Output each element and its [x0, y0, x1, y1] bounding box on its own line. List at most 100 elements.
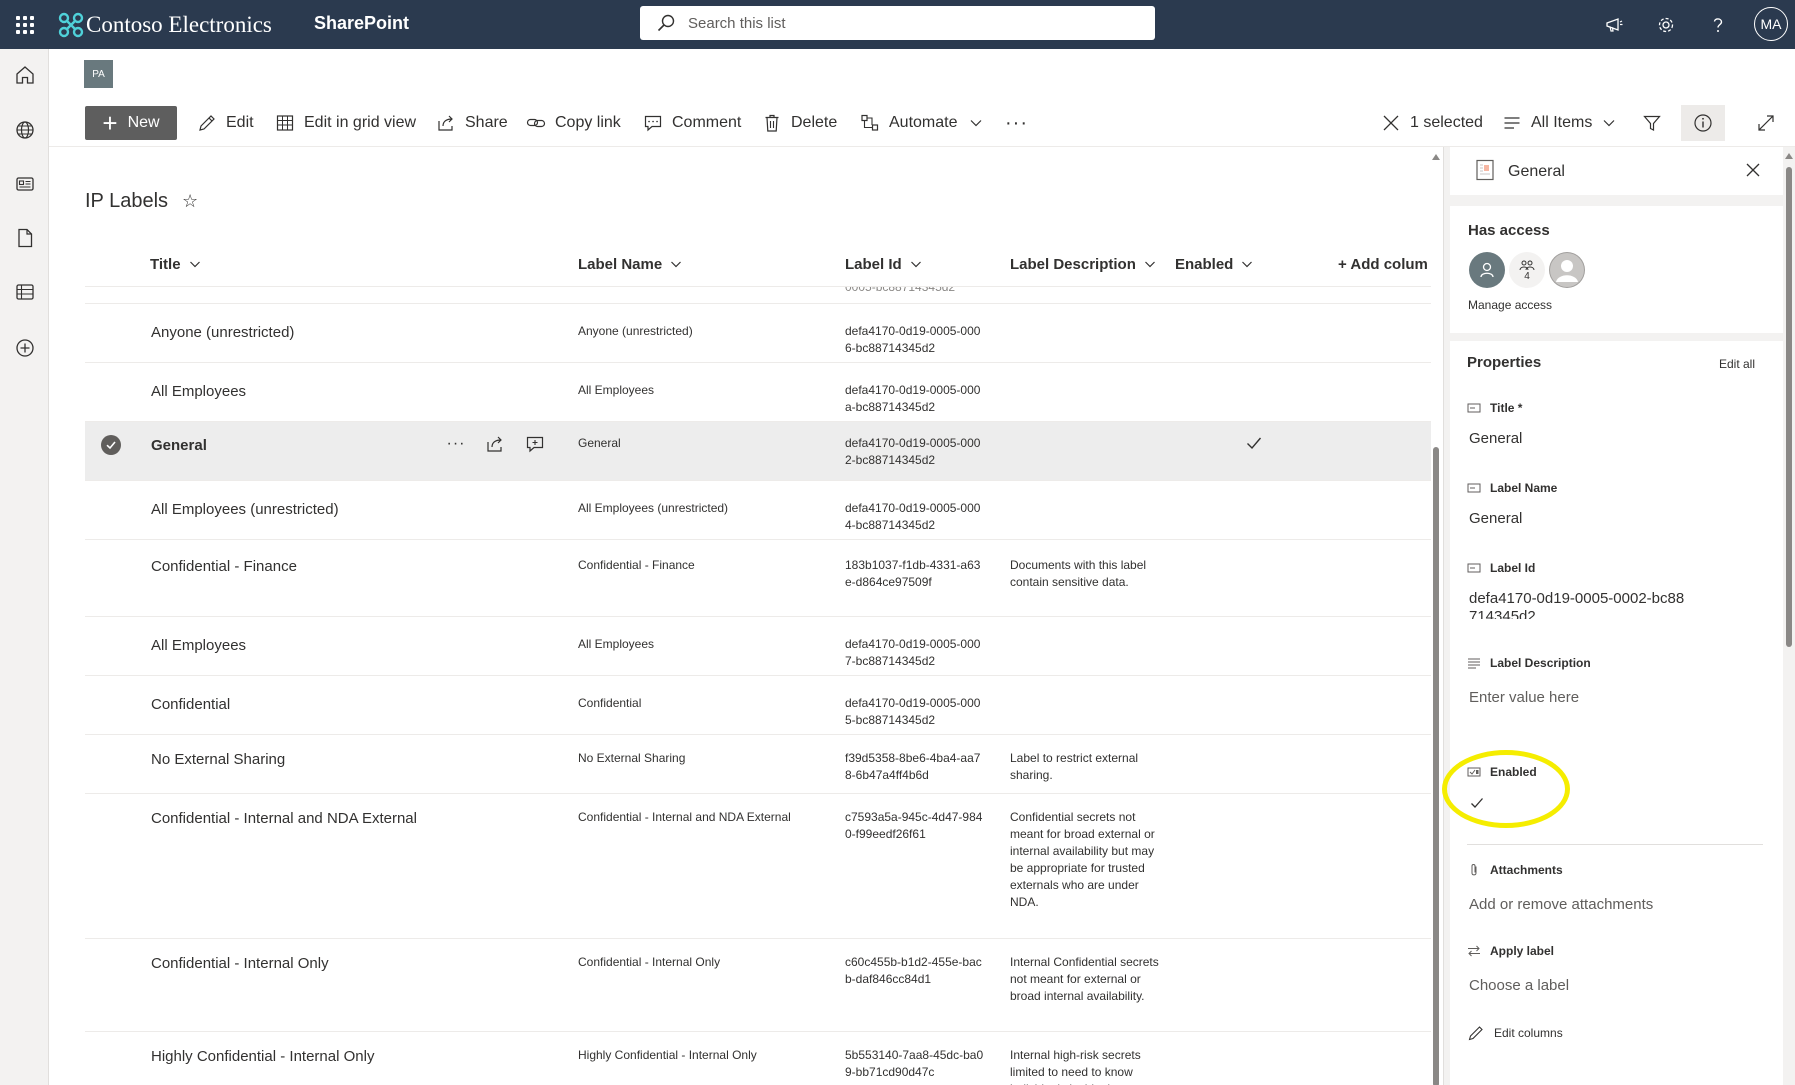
document-icon[interactable]	[0, 218, 49, 258]
edit-all-link[interactable]: Edit all	[1719, 357, 1755, 371]
row-comment-icon[interactable]	[524, 433, 546, 455]
paperclip-icon	[1471, 864, 1477, 876]
column-header-label-name[interactable]: Label Name	[578, 249, 682, 279]
list-icon[interactable]	[0, 272, 49, 312]
news-icon[interactable]	[0, 164, 49, 204]
automate-button[interactable]: Automate	[860, 100, 983, 146]
site-logo[interactable]: PA	[84, 60, 113, 88]
link-icon	[526, 118, 546, 128]
view-switcher[interactable]: All Items	[1502, 100, 1616, 146]
filter-icon[interactable]	[1642, 100, 1671, 146]
home-icon[interactable]	[0, 55, 49, 95]
person-avatar-icon[interactable]	[1469, 252, 1505, 288]
table-row[interactable]: Anyone (unrestricted) Anyone (unrestrict…	[85, 304, 1431, 363]
table-row[interactable]: Confidential - Internal Only Confidentia…	[85, 939, 1431, 1032]
table-row[interactable]: Confidential - Internal and NDA External…	[85, 794, 1431, 939]
more-actions-button[interactable]: ···	[1005, 100, 1028, 146]
label-description-field-input[interactable]: Enter value here	[1469, 689, 1729, 707]
apply-label-field-value[interactable]: Choose a label	[1469, 977, 1729, 995]
column-header-title[interactable]: Title	[150, 249, 201, 279]
table-row[interactable]: Highly Confidential - Internal Only High…	[85, 1032, 1431, 1085]
trash-icon	[765, 114, 779, 132]
column-header-enabled[interactable]: Enabled	[1175, 249, 1253, 279]
comment-button[interactable]: Comment	[643, 100, 741, 146]
favorite-star-icon[interactable]: ☆	[182, 191, 198, 212]
title-cell[interactable]: General	[151, 436, 207, 456]
title-cell[interactable]: Confidential	[151, 695, 230, 715]
table-row[interactable]: No External Sharing No External Sharing …	[85, 735, 1431, 794]
title-cell[interactable]: Anyone (unrestricted)	[151, 323, 294, 343]
megaphone-icon[interactable]	[1591, 0, 1637, 49]
edit-grid-view-button[interactable]: Edit in grid view	[275, 100, 416, 146]
new-button-label: New	[127, 114, 160, 131]
table-row[interactable]: All Employees All Employees defa4170-0d1…	[85, 363, 1431, 422]
title-cell[interactable]: No External Sharing	[151, 750, 285, 770]
table-row[interactable]: Confidential - Finance Confidential - Fi…	[85, 540, 1431, 617]
title-field-value[interactable]: General	[1469, 430, 1729, 448]
title-cell[interactable]: Confidential - Internal and NDA External	[151, 809, 417, 829]
edit-button[interactable]: Edit	[197, 100, 254, 146]
add-column-button[interactable]: + Add colum	[1338, 249, 1431, 279]
label-name-field-value[interactable]: General	[1469, 510, 1729, 528]
list-scrollbar[interactable]	[1432, 150, 1440, 1085]
gear-icon[interactable]	[1643, 0, 1689, 49]
add-circle-icon[interactable]	[0, 328, 49, 368]
delete-button[interactable]: Delete	[762, 100, 837, 146]
waffle-icon[interactable]	[0, 0, 49, 49]
text-field-icon	[1467, 563, 1481, 573]
info-pane-button[interactable]	[1681, 105, 1725, 141]
new-button[interactable]: + New	[85, 106, 177, 140]
user-avatar-icon[interactable]	[1549, 252, 1585, 288]
title-cell[interactable]: All Employees	[151, 636, 246, 656]
pane-scroll-up-icon[interactable]	[1785, 153, 1793, 159]
scrollbar-thumb[interactable]	[1433, 447, 1439, 1085]
close-icon[interactable]	[1744, 161, 1762, 179]
label-name-cell: Confidential - Finance	[578, 558, 695, 572]
title-cell[interactable]: Confidential - Internal Only	[151, 954, 329, 974]
title-cell[interactable]: Highly Confidential - Internal Only	[151, 1047, 374, 1067]
table-row[interactable]: Confidential Confidential defa4170-0d19-…	[85, 676, 1431, 735]
attachments-field-value[interactable]: Add or remove attachments	[1469, 896, 1729, 914]
label-description-cell: Confidential secrets not meant for broad…	[1010, 810, 1155, 909]
title-cell[interactable]: All Employees (unrestricted)	[151, 500, 339, 520]
column-header-label-id[interactable]: Label Id	[845, 249, 922, 279]
label-id-cell: 183b1037-f1db-4331-a63e-d864ce97509f	[845, 558, 981, 589]
enabled-checkmark-icon[interactable]	[1469, 795, 1485, 811]
label-id-field-value[interactable]: defa4170-0d19-0005-0002-bc88714345d2	[1469, 590, 1689, 619]
brand[interactable]: Contoso Electronics	[58, 0, 272, 49]
help-icon[interactable]	[1695, 0, 1741, 49]
copy-link-button[interactable]: Copy link	[526, 100, 621, 146]
app-name[interactable]: SharePoint	[314, 0, 409, 49]
globe-icon[interactable]	[0, 110, 49, 150]
manage-access-link[interactable]: Manage access	[1468, 298, 1552, 312]
table-row-selected[interactable]: General ··· General defa4170-0d19-0005-0…	[85, 422, 1431, 481]
label-description-cell: Label to restrict external sharing.	[1010, 751, 1139, 782]
row-checkmark-icon[interactable]	[101, 435, 121, 455]
clear-selection-button[interactable]: 1 selected	[1381, 100, 1483, 146]
more-options-icon[interactable]: ···	[445, 433, 467, 455]
user-avatar[interactable]: MA	[1754, 7, 1788, 41]
selection-count: 1 selected	[1410, 114, 1483, 131]
search-input[interactable]	[688, 14, 1108, 32]
pane-scrollbar-thumb[interactable]	[1786, 167, 1792, 647]
field-label-label-id: Label Id	[1467, 561, 1535, 575]
row-share-icon[interactable]	[484, 433, 506, 455]
expand-icon[interactable]	[1756, 100, 1785, 146]
enabled-checkmark-icon	[1247, 437, 1262, 450]
title-cell[interactable]: All Employees	[151, 382, 246, 402]
title-cell[interactable]: Confidential - Finance	[151, 557, 297, 577]
properties-content: Properties Edit all Title * General Labe…	[1442, 341, 1782, 1085]
list-title: IP Labels ☆	[85, 190, 198, 213]
column-header-label-description[interactable]: Label Description	[1010, 249, 1156, 279]
table-row[interactable]: All Employees (unrestricted) All Employe…	[85, 481, 1431, 540]
label-description-cell: Internal high-risk secrets limited to ne…	[1010, 1048, 1141, 1085]
scroll-up-arrow-icon[interactable]	[1432, 154, 1440, 160]
search-box[interactable]	[640, 6, 1155, 40]
details-pane-header: General	[1450, 147, 1783, 195]
properties-heading: Properties	[1467, 354, 1542, 371]
table-row[interactable]: All Employees All Employees defa4170-0d1…	[85, 617, 1431, 676]
share-icon	[438, 115, 453, 131]
group-avatar-icon[interactable]: 4	[1509, 252, 1545, 288]
share-button[interactable]: Share	[436, 100, 508, 146]
edit-columns-link[interactable]: Edit columns	[1467, 1024, 1563, 1042]
